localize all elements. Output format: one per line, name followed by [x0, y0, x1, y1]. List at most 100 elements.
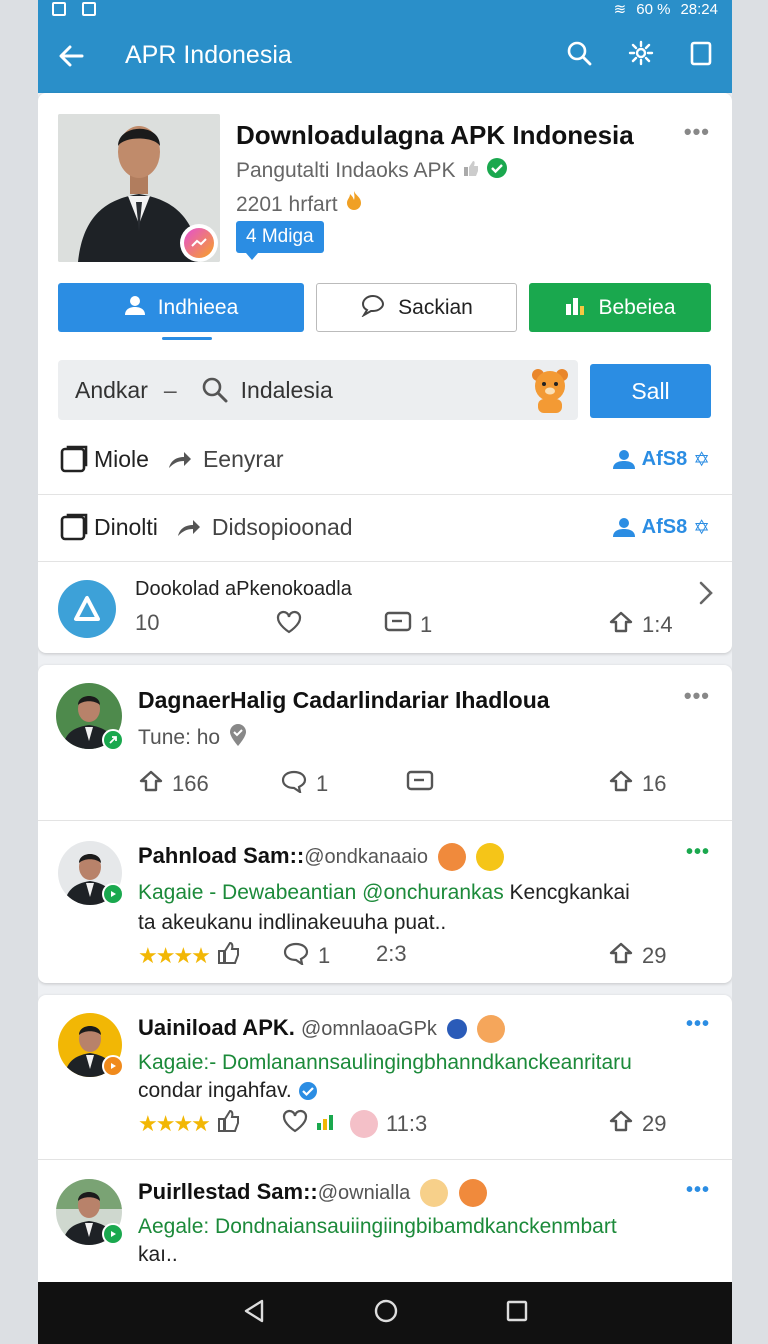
chevron-right-icon[interactable] — [698, 580, 714, 611]
link-row[interactable]: Dinolti Didsopioonad AfS8 ✡ — [38, 507, 732, 547]
profile-subtitle-text: Pangutalti Indaoks APK — [236, 159, 456, 182]
secondary-action-label: Sackian — [398, 295, 473, 319]
more-options-icon[interactable]: ••• — [686, 841, 710, 864]
app-row-count-text: 10 — [135, 610, 160, 635]
post-author[interactable]: Puirllestad Sam::@ownialla — [138, 1179, 487, 1208]
repost-button[interactable]: 16 — [608, 769, 666, 799]
comment-button[interactable]: 1 — [282, 941, 330, 971]
phone-screen: ≋ 60 % 28:24 APR Indonesia Downloadulagn… — [38, 0, 732, 1344]
post-author[interactable]: Pahnload Sam::@ondkanaaio — [138, 843, 505, 872]
link-row-badge[interactable]: AfS8 ✡ — [612, 447, 710, 472]
more-options-icon[interactable]: ••• — [684, 683, 710, 709]
tertiary-action-label: Bebeiea — [598, 295, 676, 319]
members-chip[interactable]: 4 Mdiga — [236, 221, 324, 260]
search-bar[interactable]: Andkar – Indalesia — [58, 360, 578, 420]
like-button[interactable] — [276, 610, 302, 640]
post-handle: @omnlaoaGPk — [301, 1018, 437, 1040]
link-row-secondary: Eenyrar — [202, 445, 284, 472]
share-icon — [138, 769, 164, 799]
feed-card-subtitle-text: Tune: ho — [138, 726, 221, 749]
post-card: Uainiload APK. @omnlaoaGPk ••• Kagaie:- … — [38, 995, 732, 1295]
primary-action-label: Indhieea — [157, 295, 239, 319]
play-badge-icon — [102, 1055, 124, 1077]
repost-icon — [608, 941, 634, 971]
search-submit-button[interactable]: Sall — [590, 364, 711, 418]
link-row-badge[interactable]: AfS8 ✡ — [612, 515, 710, 540]
profile-subtitle: Pangutalti Indaoks APK — [236, 157, 508, 185]
message-button[interactable] — [406, 769, 434, 799]
divider — [38, 820, 732, 821]
status-bar: ≋ 60 % 28:24 — [38, 0, 732, 18]
feed-card: DagnaerHalig Cadarlindariar Ihadloua •••… — [38, 665, 732, 983]
repost-button[interactable]: 29 — [608, 1109, 666, 1139]
link-row-badge-text: AfS8 — [641, 515, 688, 538]
search-filter-label[interactable]: Andkar — [75, 377, 148, 404]
search-icon[interactable] — [566, 40, 592, 71]
post-highlight-text[interactable]: Kagaie:- Domlanannsaulingingbhanndkancke… — [138, 1051, 632, 1075]
post-author[interactable]: Uainiload APK. @omnlaoaGPk — [138, 1015, 506, 1044]
repost-icon — [608, 769, 634, 799]
checkbox-icon[interactable] — [60, 445, 88, 473]
share-arrow-icon — [176, 516, 202, 538]
share-arrow-icon — [167, 448, 193, 470]
post-actions: ★★★★ — [138, 1109, 241, 1139]
post-body-text: condar ingahfav. — [138, 1079, 292, 1102]
post-body-line-2: condar ingahfav. — [138, 1079, 318, 1103]
app-logo-icon[interactable] — [58, 580, 116, 638]
verified-icon — [486, 157, 508, 185]
flame-icon — [343, 191, 365, 216]
checkbox-icon[interactable] — [60, 513, 88, 541]
comment-button[interactable]: 1 — [280, 769, 328, 799]
link-row[interactable]: Miole Eenyrar AfS8 ✡ — [38, 439, 732, 479]
face-emoji-icon — [477, 1015, 506, 1044]
divider — [38, 494, 732, 495]
more-options-icon[interactable]: ••• — [686, 1013, 710, 1036]
bear-mascot-icon — [528, 366, 572, 414]
nav-back-icon[interactable] — [242, 1299, 266, 1328]
share-button[interactable]: 166 — [138, 769, 209, 799]
rating-stars-icon: ★★★★ — [138, 1111, 211, 1136]
nav-home-icon[interactable] — [373, 1298, 399, 1329]
divider — [38, 561, 732, 562]
tertiary-action-button[interactable]: Bebeiea — [529, 283, 711, 332]
feed-card-title[interactable]: DagnaerHalig Cadarlindariar Ihadloua — [138, 687, 550, 714]
post-comments: 1 — [318, 943, 331, 968]
post-highlight-text[interactable]: Kagaie - Dewabeantian @onchurankas — [138, 881, 504, 904]
share-icon — [608, 610, 634, 640]
clock: 28:24 — [680, 0, 718, 18]
message-icon — [406, 769, 434, 799]
share-button[interactable]: 1:4 — [608, 610, 673, 640]
nav-recents-icon[interactable] — [506, 1300, 528, 1327]
search-query: Indalesia — [240, 376, 333, 403]
more-options-icon[interactable]: ••• — [686, 1179, 710, 1202]
settings-icon[interactable] — [628, 40, 654, 71]
secondary-action-button[interactable]: Sackian — [316, 283, 517, 332]
gear-emoji-icon — [447, 1019, 468, 1040]
primary-action-button[interactable]: Indhieea — [58, 283, 304, 332]
noodle-emoji-icon — [420, 1179, 449, 1208]
more-options-icon[interactable]: ••• — [684, 119, 710, 145]
search-icon — [201, 376, 229, 404]
post-handle: @ownialla — [317, 1182, 411, 1204]
post-reposts: 29 — [642, 1111, 667, 1136]
battery-level: 60 % — [636, 0, 671, 18]
active-tab-indicator — [162, 337, 212, 340]
thumbs-up-icon[interactable] — [217, 941, 241, 971]
star-badge-icon: ✡ — [693, 516, 710, 539]
back-arrow-icon[interactable] — [58, 45, 88, 67]
like-button[interactable]: 11:3 — [282, 1109, 427, 1139]
post-time: 11:3 — [386, 1111, 428, 1136]
profile-title: Downloadulagna APK Indonesia — [236, 120, 634, 150]
post-body-line-2: ta akeukanu indlinakeuuha puat.. — [138, 911, 447, 934]
post-reposts: 29 — [642, 943, 667, 968]
system-nav-bar — [38, 1282, 732, 1344]
cake-emoji-icon — [350, 1110, 378, 1138]
app-row-title[interactable]: Dookolad aPkenokoadla — [135, 578, 352, 601]
comment-button[interactable]: 1 — [384, 610, 432, 640]
repost-button[interactable]: 29 — [608, 941, 666, 971]
thumbs-up-icon[interactable] — [217, 1109, 241, 1139]
post-highlight-text[interactable]: Aegale: Dondnaiansauiingiingbibamdkancke… — [138, 1215, 617, 1239]
copy-icon[interactable] — [690, 40, 712, 71]
speech-bubble-icon — [282, 941, 310, 971]
post-handle: @ondkanaaio — [304, 846, 428, 868]
